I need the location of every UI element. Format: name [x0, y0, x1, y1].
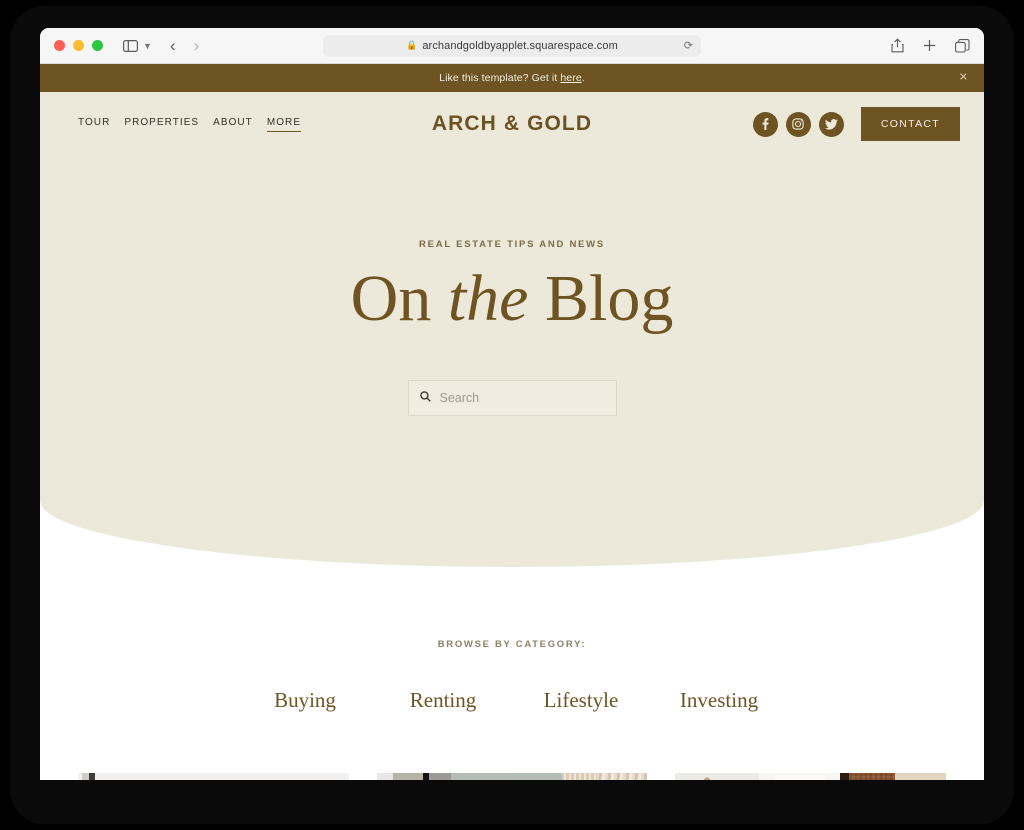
post-image-macrame [376, 773, 648, 780]
nav-item-tour[interactable]: TOUR [78, 117, 110, 131]
category-links: Buying Renting Lifestyle Investing [40, 688, 984, 713]
banner-text-after: . [581, 72, 585, 84]
wall-edge-light [82, 773, 89, 780]
categories-section: BROWSE BY CATEGORY: Buying Renting Lifes… [40, 567, 984, 713]
hero-content: REAL ESTATE TIPS AND NEWS On the Blog [40, 156, 984, 416]
close-window-button[interactable] [54, 40, 65, 51]
toolbar-right-actions [891, 38, 970, 53]
hero-eyebrow: REAL ESTATE TIPS AND NEWS [419, 239, 605, 250]
site-header: TOUR PROPERTIES ABOUT MORE ARCH & GOLD C… [40, 92, 984, 156]
banner-here-link[interactable]: here [560, 72, 581, 84]
post-card-1[interactable] [78, 773, 349, 780]
back-button[interactable]: ‹ [170, 36, 176, 56]
knit-shadow-edge [840, 773, 850, 780]
nav-item-about[interactable]: ABOUT [213, 117, 253, 131]
contact-button[interactable]: CONTACT [860, 107, 960, 141]
web-page: Like this template? Get it here. ✕ TOUR … [40, 64, 984, 780]
screenshot-root: ▼ ‹ › 🔒 archandgoldbyapplet.squarespace.… [0, 0, 1024, 830]
category-link-renting[interactable]: Renting [374, 688, 512, 713]
search-wrapper [40, 380, 984, 416]
address-bar[interactable]: 🔒 archandgoldbyapplet.squarespace.com ⟳ [323, 34, 701, 57]
browser-window: ▼ ‹ › 🔒 archandgoldbyapplet.squarespace.… [40, 28, 984, 780]
forward-button[interactable]: › [194, 36, 200, 56]
lock-icon: 🔒 [406, 40, 418, 50]
page-title: On the Blog [40, 266, 984, 332]
facebook-icon[interactable] [752, 111, 778, 137]
brown-knit-panel [840, 773, 895, 780]
category-link-lifestyle[interactable]: Lifestyle [512, 688, 650, 713]
title-part-1: On [350, 262, 448, 335]
wall-panel-light [376, 773, 393, 780]
title-italic-word: the [447, 262, 529, 335]
site-logo[interactable]: ARCH & GOLD [432, 112, 592, 136]
post-card-2[interactable] [376, 773, 648, 780]
sidebar-icon[interactable] [123, 39, 138, 52]
banner-text-before: Like this template? Get it [439, 72, 561, 84]
leopard-print-panel [894, 773, 946, 780]
template-banner: Like this template? Get it here. ✕ [40, 64, 984, 92]
search-box[interactable] [407, 380, 617, 416]
category-link-investing[interactable]: Investing [650, 688, 788, 713]
category-link-buying[interactable]: Buying [236, 688, 374, 713]
post-grid [40, 773, 984, 780]
url-text: archandgoldbyapplet.squarespace.com [422, 39, 618, 52]
pampas-grass-panel [675, 773, 760, 780]
chevron-down-icon[interactable]: ▼ [143, 41, 152, 51]
zoom-window-button[interactable] [92, 40, 103, 51]
share-icon[interactable] [891, 38, 904, 53]
browse-by-category-label: BROWSE BY CATEGORY: [437, 639, 587, 650]
white-shirt-panel [759, 773, 841, 780]
window-controls [54, 40, 103, 51]
nav-item-more[interactable]: MORE [266, 117, 302, 132]
reload-icon[interactable]: ⟳ [684, 39, 693, 52]
search-icon [419, 391, 431, 405]
twitter-icon[interactable] [818, 111, 844, 137]
wall-panel-mid [392, 773, 423, 780]
tabs-overview-icon[interactable] [955, 38, 970, 53]
main-navigation: TOUR PROPERTIES ABOUT MORE [78, 117, 302, 132]
post-image-mirror-plant [78, 773, 349, 780]
pampas-stem [687, 776, 717, 780]
banner-text: Like this template? Get it here. [439, 72, 585, 84]
search-input[interactable] [439, 391, 605, 405]
title-part-2: Blog [528, 262, 674, 335]
header-actions: CONTACT [752, 107, 960, 141]
wall-edge-dark [89, 773, 95, 780]
banner-close-icon[interactable]: ✕ [959, 72, 968, 84]
post-image-closet [675, 773, 947, 780]
browser-toolbar: ▼ ‹ › 🔒 archandgoldbyapplet.squarespace.… [40, 28, 984, 64]
minimize-window-button[interactable] [73, 40, 84, 51]
hero-section: TOUR PROPERTIES ABOUT MORE ARCH & GOLD C… [40, 92, 984, 567]
wall-panel-grey [428, 773, 451, 780]
nav-item-properties[interactable]: PROPERTIES [124, 117, 199, 131]
white-tshirt [763, 775, 837, 780]
instagram-icon[interactable] [785, 111, 811, 137]
macrame-fringe-strands [561, 773, 598, 780]
plus-icon[interactable] [923, 39, 936, 52]
post-card-3[interactable] [675, 773, 947, 780]
